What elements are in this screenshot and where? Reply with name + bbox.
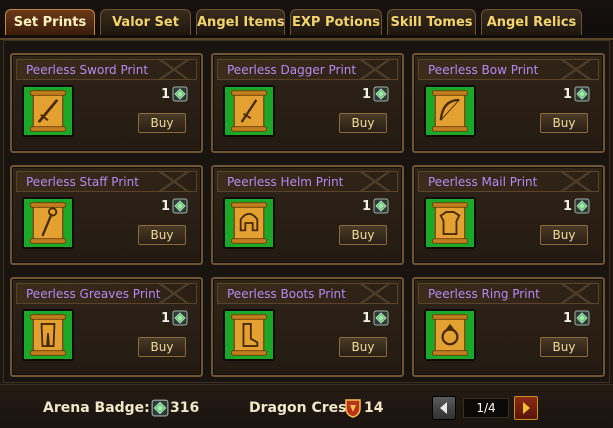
item-card: Peerless Mail Print 1 Buy xyxy=(412,165,605,265)
arena-badge-icon xyxy=(373,198,389,214)
mail-scroll-icon[interactable] xyxy=(424,197,476,249)
buy-button[interactable]: Buy xyxy=(339,113,387,133)
item-header: Peerless Helm Print xyxy=(217,171,398,192)
decorative-cross xyxy=(355,284,395,303)
arena-badge-count: 316 xyxy=(170,400,200,416)
dragon-crest-icon xyxy=(345,399,361,418)
bow-scroll-icon[interactable] xyxy=(424,85,476,137)
ring-scroll-icon[interactable] xyxy=(424,309,476,361)
prev-page-button[interactable] xyxy=(432,396,456,420)
decorative-cross xyxy=(355,60,395,79)
item-card: Peerless Helm Print 1 Buy xyxy=(211,165,404,265)
arena-badge-icon xyxy=(574,310,590,326)
item-header: Peerless Sword Print xyxy=(16,59,197,80)
helm-scroll-icon[interactable] xyxy=(223,197,275,249)
item-header: Peerless Ring Print xyxy=(418,283,599,304)
arena-badge-label: Arena Badge: xyxy=(43,400,150,416)
dagger-scroll-icon[interactable] xyxy=(223,85,275,137)
arena-badge-icon xyxy=(574,86,590,102)
item-card: Peerless Boots Print 1 Buy xyxy=(211,277,404,377)
item-quantity: 1 xyxy=(562,311,572,326)
buy-button[interactable]: Buy xyxy=(540,225,588,245)
boots-scroll-icon[interactable] xyxy=(223,309,275,361)
decorative-cross xyxy=(154,284,194,303)
arena-badge-icon xyxy=(172,310,188,326)
buy-button[interactable]: Buy xyxy=(339,225,387,245)
item-quantity: 1 xyxy=(160,87,170,102)
arena-badge-icon xyxy=(172,86,188,102)
item-name: Peerless Boots Print xyxy=(227,287,346,301)
item-card: Peerless Bow Print 1 Buy xyxy=(412,53,605,153)
dragon-crest-count: 14 xyxy=(364,400,384,416)
arena-badge-icon xyxy=(151,399,169,417)
item-card: Peerless Sword Print 1 Buy xyxy=(10,53,203,153)
item-quantity: 1 xyxy=(361,311,371,326)
item-card: Peerless Greaves Print 1 Buy xyxy=(10,277,203,377)
item-name: Peerless Staff Print xyxy=(26,175,139,189)
tab-valor-set[interactable]: Valor Set xyxy=(100,9,191,35)
decorative-cross xyxy=(556,284,596,303)
buy-button[interactable]: Buy xyxy=(339,337,387,357)
item-quantity: 1 xyxy=(361,199,371,214)
tab-bar: Set Prints Valor Set Angel Items EXP Pot… xyxy=(0,0,613,40)
decorative-cross xyxy=(556,172,596,191)
item-name: Peerless Dagger Print xyxy=(227,63,357,77)
item-quantity: 1 xyxy=(160,311,170,326)
item-header: Peerless Greaves Print xyxy=(16,283,197,304)
item-header: Peerless Dagger Print xyxy=(217,59,398,80)
currency-bar: Arena Badge: 316 Dragon Crest 14 1/4 xyxy=(0,384,613,428)
arena-badge-icon xyxy=(172,198,188,214)
decorative-cross xyxy=(154,60,194,79)
item-name: Peerless Bow Print xyxy=(428,63,539,77)
staff-scroll-icon[interactable] xyxy=(22,197,74,249)
item-card: Peerless Ring Print 1 Buy xyxy=(412,277,605,377)
tab-set-prints[interactable]: Set Prints xyxy=(5,9,95,35)
buy-button[interactable]: Buy xyxy=(138,113,186,133)
tab-skill-tomes[interactable]: Skill Tomes xyxy=(387,9,476,35)
buy-button[interactable]: Buy xyxy=(138,337,186,357)
page-indicator: 1/4 xyxy=(463,398,509,418)
arena-badge-icon xyxy=(373,310,389,326)
item-name: Peerless Mail Print xyxy=(428,175,538,189)
decorative-cross xyxy=(355,172,395,191)
item-quantity: 1 xyxy=(562,87,572,102)
arrow-right-icon xyxy=(523,402,530,414)
item-header: Peerless Staff Print xyxy=(16,171,197,192)
tab-angel-relics[interactable]: Angel Relics xyxy=(481,9,582,35)
item-quantity: 1 xyxy=(562,199,572,214)
item-card: Peerless Staff Print 1 Buy xyxy=(10,165,203,265)
item-name: Peerless Helm Print xyxy=(227,175,344,189)
item-quantity: 1 xyxy=(160,199,170,214)
item-card: Peerless Dagger Print 1 Buy xyxy=(211,53,404,153)
item-header: Peerless Mail Print xyxy=(418,171,599,192)
item-header: Peerless Boots Print xyxy=(217,283,398,304)
sword-scroll-icon[interactable] xyxy=(22,85,74,137)
arena-badge-icon xyxy=(373,86,389,102)
greaves-scroll-icon[interactable] xyxy=(22,309,74,361)
item-name: Peerless Sword Print xyxy=(26,63,149,77)
arena-badge-icon xyxy=(574,198,590,214)
item-name: Peerless Greaves Print xyxy=(26,287,161,301)
item-header: Peerless Bow Print xyxy=(418,59,599,80)
item-quantity: 1 xyxy=(361,87,371,102)
buy-button[interactable]: Buy xyxy=(540,113,588,133)
buy-button[interactable]: Buy xyxy=(138,225,186,245)
arrow-left-icon xyxy=(440,402,447,414)
dragon-crest-label: Dragon Crest xyxy=(249,400,354,416)
decorative-cross xyxy=(154,172,194,191)
next-page-button[interactable] xyxy=(514,396,538,420)
tab-angel-items[interactable]: Angel Items xyxy=(196,9,285,35)
item-name: Peerless Ring Print xyxy=(428,287,540,301)
decorative-cross xyxy=(556,60,596,79)
buy-button[interactable]: Buy xyxy=(540,337,588,357)
tab-exp-potions[interactable]: EXP Potions xyxy=(290,9,382,35)
